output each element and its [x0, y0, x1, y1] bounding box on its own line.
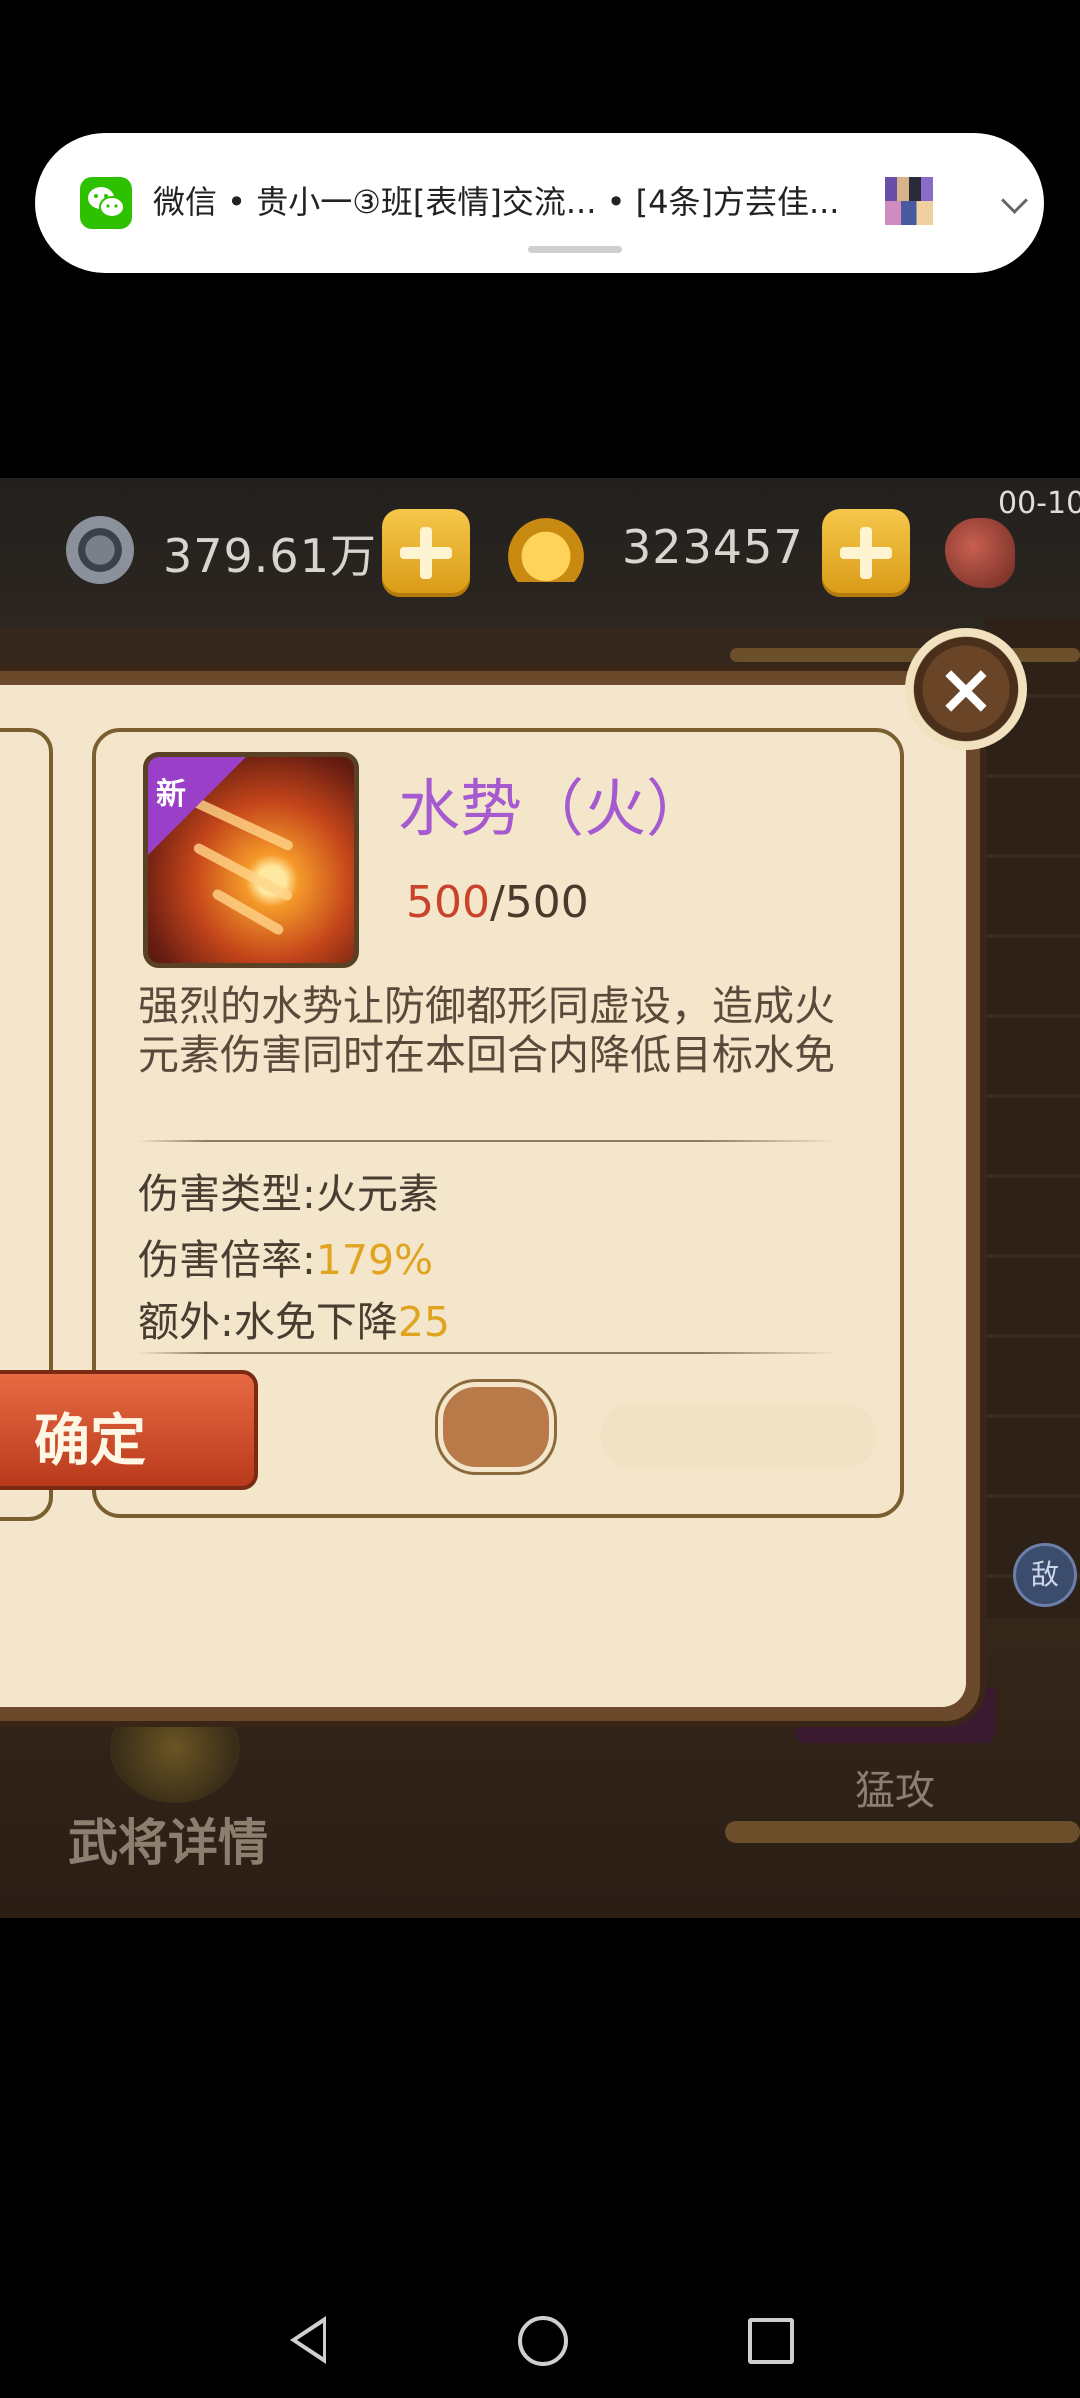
- skill-description: 强烈的水势让防御都形同虚设，造成火元素伤害同时在本回合内降低目标水免: [138, 982, 835, 1079]
- gold-ingot-icon: [508, 518, 584, 582]
- faint-bar: [600, 1403, 876, 1469]
- wechat-icon: [80, 177, 132, 229]
- gold-value: 323457: [622, 520, 804, 574]
- damage-type-value: 火元素: [315, 1170, 439, 1218]
- damage-rate: 伤害倍率:179%: [138, 1226, 433, 1286]
- fire-skill-icon: 新: [143, 752, 359, 968]
- skill-level: 500/500: [406, 877, 589, 928]
- background-list: [985, 618, 1080, 1618]
- extra-value: 25: [397, 1298, 450, 1346]
- back-icon[interactable]: [290, 2316, 326, 2364]
- extra-effect: 额外:水免下降25: [138, 1288, 450, 1348]
- confirm-button[interactable]: 确定: [0, 1370, 258, 1490]
- level-max: /500: [489, 877, 589, 928]
- close-button[interactable]: ×: [905, 628, 1027, 750]
- close-icon: ×: [936, 648, 996, 730]
- enemy-badge: 敌: [1013, 1543, 1077, 1607]
- damage-type-label: 伤害类型:: [138, 1170, 316, 1218]
- add-copper-button[interactable]: [382, 509, 470, 597]
- resource-bar: 379.61万 323457 00-10: [0, 478, 1080, 628]
- recent-apps-icon[interactable]: [748, 2318, 794, 2364]
- game-screen: 379.61万 323457 00-10 武将详情 猛攻 敌 害 新 水势（火）…: [0, 478, 1080, 1918]
- damage-type: 伤害类型:火元素: [138, 1160, 439, 1220]
- notification-text: 微信 • 贵小一③班[表情]交流... • [4条]方芸佳...: [153, 183, 840, 221]
- copper-value: 379.61万: [163, 529, 377, 583]
- upgrade-button[interactable]: [438, 1382, 554, 1472]
- extra-label: 额外:水免下降: [138, 1298, 398, 1346]
- drag-handle[interactable]: [528, 246, 622, 253]
- wechat-notification[interactable]: 微信 • 贵小一③班[表情]交流... • [4条]方芸佳...: [35, 133, 1044, 273]
- general-details-label: 武将详情: [68, 1814, 268, 1872]
- avatar: [885, 177, 933, 225]
- divider: [138, 1352, 838, 1354]
- skill-name: 水势（火）: [398, 772, 709, 845]
- confirm-label: 确定: [34, 1409, 146, 1474]
- partial-text: 害: [0, 1247, 2, 1302]
- damage-rate-label: 伤害倍率:: [138, 1236, 316, 1284]
- meat-icon: [945, 518, 1015, 588]
- background-divider: [725, 1821, 1080, 1843]
- new-tag-label: 新: [156, 777, 186, 812]
- damage-rate-value: 179%: [315, 1236, 434, 1284]
- home-icon[interactable]: [518, 2316, 568, 2366]
- attack-label: 猛攻: [855, 1768, 935, 1814]
- add-gold-button[interactable]: [822, 509, 910, 597]
- timer: 00-10: [998, 486, 1080, 521]
- chevron-down-icon[interactable]: [1001, 187, 1028, 214]
- copper-coin-icon: [66, 516, 134, 584]
- level-current: 500: [406, 877, 490, 928]
- divider: [138, 1140, 838, 1142]
